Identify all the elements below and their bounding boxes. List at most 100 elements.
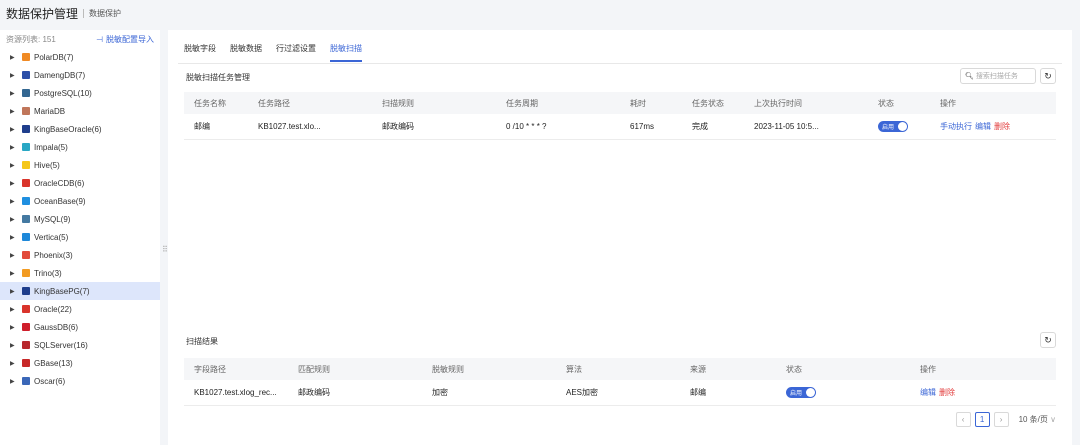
task-refresh-button[interactable]: ↻ bbox=[1040, 68, 1056, 84]
tree-item[interactable]: ▶ Vertica(5) bbox=[0, 228, 160, 246]
caret-right-icon[interactable]: ▶ bbox=[10, 144, 22, 151]
tree-item[interactable]: ▶ PostgreSQL(10) bbox=[0, 84, 160, 102]
tab-0[interactable]: 脱敏字段 bbox=[184, 38, 216, 62]
column-header: 算法 bbox=[566, 364, 582, 374]
column-header: 字段路径 bbox=[194, 364, 226, 374]
tree-item[interactable]: ▶ PolarDB(7) bbox=[0, 48, 160, 66]
database-icon bbox=[22, 107, 30, 115]
cell-mask-rule: 加密 bbox=[432, 388, 448, 397]
result-table: 字段路径 匹配规则 脱敏规则 算法 来源 状态 操作 KB1027.test.xlog_rec… bbox=[184, 358, 1056, 406]
tree-item-label: OracleCDB(6) bbox=[34, 178, 85, 188]
tree-item-label: KingBasePG(7) bbox=[34, 286, 90, 296]
column-header: 匹配规则 bbox=[298, 364, 330, 374]
tree-item[interactable]: ▶ Hive(5) bbox=[0, 156, 160, 174]
import-config-button[interactable]: ⊣ 脱敏配置导入 bbox=[96, 34, 154, 45]
tree-item-label: Impala(5) bbox=[34, 142, 68, 152]
main-panel: 脱敏字段 脱敏数据 行过滤设置 脱敏扫描 脱敏扫描任务管理 🔍︎ 搜索扫描任务 ↻ 任… bbox=[168, 30, 1072, 445]
caret-right-icon[interactable]: ▶ bbox=[10, 234, 22, 241]
tree-item[interactable]: ▶ SQLServer(16) bbox=[0, 336, 160, 354]
caret-right-icon[interactable]: ▶ bbox=[10, 378, 22, 385]
caret-right-icon[interactable]: ▶ bbox=[10, 126, 22, 133]
prev-page-button[interactable]: ‹ bbox=[955, 412, 971, 427]
database-icon bbox=[22, 125, 30, 133]
caret-right-icon[interactable]: ▶ bbox=[10, 54, 22, 61]
caret-right-icon[interactable]: ▶ bbox=[10, 216, 22, 223]
tree-item[interactable]: ▶ OceanBase(9) bbox=[0, 192, 160, 210]
caret-right-icon[interactable]: ▶ bbox=[10, 270, 22, 277]
column-header: 任务状态 bbox=[692, 98, 724, 108]
tree-item[interactable]: ▶ MySQL(9) bbox=[0, 210, 160, 228]
database-icon bbox=[22, 53, 30, 61]
edit-link[interactable]: 编辑 bbox=[975, 122, 991, 131]
caret-right-icon[interactable]: ▶ bbox=[10, 72, 22, 79]
tree-item[interactable]: ▶ MariaDB bbox=[0, 102, 160, 120]
tree-item[interactable]: ▶ Impala(5) bbox=[0, 138, 160, 156]
tree-item[interactable]: ▶ Oracle(22) bbox=[0, 300, 160, 318]
tab-bar: 脱敏字段 脱敏数据 行过滤设置 脱敏扫描 bbox=[184, 38, 376, 62]
database-icon bbox=[22, 143, 30, 151]
tab-1[interactable]: 脱敏数据 bbox=[230, 38, 262, 62]
tree-item[interactable]: ▶ KingBasePG(7) bbox=[0, 282, 160, 300]
status-toggle[interactable]: 启用 bbox=[878, 121, 908, 132]
chevron-right-icon: › bbox=[999, 415, 1003, 424]
tab-3[interactable]: 脱敏扫描 bbox=[330, 38, 362, 62]
page-number-button[interactable]: 1 bbox=[974, 412, 990, 427]
caret-right-icon[interactable]: ▶ bbox=[10, 342, 22, 349]
tree-item[interactable]: ▶ KingBaseOracle(6) bbox=[0, 120, 160, 138]
database-icon bbox=[22, 269, 30, 277]
database-icon bbox=[22, 287, 30, 295]
tree-item-label: Oscar(6) bbox=[34, 376, 66, 386]
edit-link[interactable]: 编辑 bbox=[920, 388, 936, 397]
column-header: 上次执行时间 bbox=[754, 98, 802, 108]
tree-item[interactable]: ▶ Oscar(6) bbox=[0, 372, 160, 390]
column-header: 状态 bbox=[786, 364, 802, 374]
tree-item[interactable]: ▶ GBase(13) bbox=[0, 354, 160, 372]
caret-right-icon[interactable]: ▶ bbox=[10, 162, 22, 169]
tree-item[interactable]: ▶ DamengDB(7) bbox=[0, 66, 160, 84]
delete-link[interactable]: 删除 bbox=[994, 122, 1010, 131]
caret-right-icon[interactable]: ▶ bbox=[10, 324, 22, 331]
caret-right-icon[interactable]: ▶ bbox=[10, 360, 22, 367]
tree-item[interactable]: ▶ GaussDB(6) bbox=[0, 318, 160, 336]
next-page-button[interactable]: › bbox=[993, 412, 1009, 427]
task-search-input[interactable]: 🔍︎ 搜索扫描任务 bbox=[960, 68, 1036, 84]
database-icon bbox=[22, 71, 30, 79]
column-header: 操作 bbox=[920, 364, 936, 374]
task-section-title: 脱敏扫描任务管理 bbox=[186, 73, 250, 82]
caret-right-icon[interactable]: ▶ bbox=[10, 288, 22, 295]
page-size-select[interactable]: 10 条/页 ∨ bbox=[1019, 414, 1056, 425]
caret-right-icon[interactable]: ▶ bbox=[10, 108, 22, 115]
tree-item[interactable]: ▶ Phoenix(3) bbox=[0, 246, 160, 264]
resource-sidebar: 资源列表: 151 ⊣ 脱敏配置导入 ▶ PolarDB(7) ▶ DamengDB(… bbox=[0, 30, 160, 445]
cell-cycle: 0 /10 * * * ? bbox=[506, 122, 547, 131]
delete-link[interactable]: 删除 bbox=[939, 388, 955, 397]
column-header: 扫描规则 bbox=[382, 98, 414, 108]
table-header: 任务名称 任务路径 扫描规则 任务周期 耗时 任务状态 上次执行时间 状态 操作 bbox=[184, 92, 1056, 114]
task-search-placeholder: 搜索扫描任务 bbox=[975, 73, 1018, 80]
cell-source: 邮编 bbox=[690, 388, 706, 397]
task-table: 任务名称 任务路径 扫描规则 任务周期 耗时 任务状态 上次执行时间 状态 操作 邮编 KB1027… bbox=[184, 92, 1056, 140]
caret-right-icon[interactable]: ▶ bbox=[10, 180, 22, 187]
caret-right-icon[interactable]: ▶ bbox=[10, 306, 22, 313]
page-header: 数据保护管理 数据保护 bbox=[0, 0, 1080, 26]
resource-tree: ▶ PolarDB(7) ▶ DamengDB(7) ▶ PostgreSQL(10) ▶ M… bbox=[0, 48, 160, 390]
chevron-left-icon: ‹ bbox=[961, 415, 965, 424]
run-now-link[interactable]: 手动执行 bbox=[940, 122, 972, 131]
caret-right-icon[interactable]: ▶ bbox=[10, 198, 22, 205]
database-icon bbox=[22, 179, 30, 187]
resource-count: 资源列表: 151 bbox=[6, 34, 56, 44]
resize-handle-icon[interactable]: ⠿ bbox=[162, 245, 168, 254]
database-icon bbox=[22, 251, 30, 259]
result-refresh-button[interactable]: ↻ bbox=[1040, 332, 1056, 348]
cell-path: KB1027.test.xlog_rec... bbox=[194, 388, 277, 397]
status-toggle[interactable]: 启用 bbox=[786, 387, 816, 398]
tree-item-label: Vertica(5) bbox=[34, 232, 69, 242]
cell-last-run: 2023-11-05 10:5... bbox=[754, 122, 819, 131]
database-icon bbox=[22, 377, 30, 385]
tab-2[interactable]: 行过滤设置 bbox=[276, 38, 316, 62]
result-section-title: 扫描结果 bbox=[186, 337, 218, 346]
caret-right-icon[interactable]: ▶ bbox=[10, 90, 22, 97]
tree-item[interactable]: ▶ Trino(3) bbox=[0, 264, 160, 282]
tree-item[interactable]: ▶ OracleCDB(6) bbox=[0, 174, 160, 192]
caret-right-icon[interactable]: ▶ bbox=[10, 252, 22, 259]
